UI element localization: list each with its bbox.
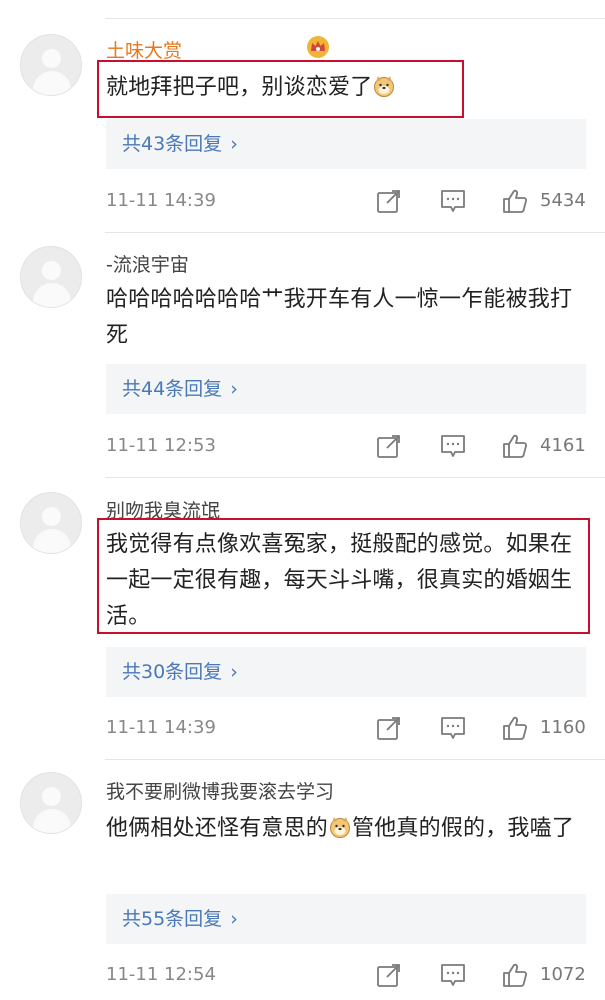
- doge-emoji-icon: [330, 816, 351, 838]
- avatar[interactable]: [20, 772, 82, 834]
- username[interactable]: 土味大赏: [106, 36, 329, 63]
- like-icon[interactable]: [502, 433, 528, 459]
- replies-link[interactable]: 共55条回复 ›: [106, 894, 586, 944]
- chevron-right-icon: ›: [230, 378, 238, 400]
- comment-text: 他俩相处还怪有意思的 管他真的假的，我嗑了: [106, 816, 575, 841]
- top-divider: [105, 18, 605, 19]
- doge-emoji-icon: [374, 75, 395, 97]
- username[interactable]: -流浪宇宙: [106, 250, 189, 277]
- comment-meta: 11-11 12:53 4161: [106, 433, 605, 463]
- comment-text: 就地拜把子吧，别谈恋爱了: [106, 70, 586, 106]
- comment-icon[interactable]: [440, 188, 466, 214]
- replies-link[interactable]: 共43条回复 ›: [106, 119, 586, 169]
- divider: [105, 759, 605, 760]
- comment-meta: 11-11 14:39 5434: [106, 188, 605, 218]
- like-icon[interactable]: [502, 962, 528, 988]
- comment-meta: 11-11 14:39 1160: [106, 715, 605, 745]
- chevron-right-icon: ›: [230, 133, 238, 155]
- username[interactable]: 我不要刷微博我要滚去学习: [106, 777, 334, 804]
- timestamp: 11-11 14:39: [106, 717, 216, 738]
- share-icon[interactable]: [376, 188, 402, 214]
- like-icon[interactable]: [502, 715, 528, 741]
- like-count: 1072: [540, 964, 586, 985]
- share-icon[interactable]: [376, 962, 402, 988]
- like-count: 4161: [540, 435, 586, 456]
- share-icon[interactable]: [376, 433, 402, 459]
- chevron-right-icon: ›: [230, 661, 238, 683]
- like-icon[interactable]: [502, 188, 528, 214]
- avatar[interactable]: [20, 34, 82, 96]
- comment-icon[interactable]: [440, 962, 466, 988]
- avatar[interactable]: [20, 246, 82, 308]
- vip-crown-icon: [307, 36, 329, 58]
- comment-meta: 11-11 12:54 1072: [106, 962, 605, 992]
- replies-link[interactable]: 共30条回复 ›: [106, 647, 586, 697]
- timestamp: 11-11 14:39: [106, 190, 216, 211]
- timestamp: 11-11 12:53: [106, 435, 216, 456]
- timestamp: 11-11 12:54: [106, 964, 216, 985]
- comment-icon[interactable]: [440, 715, 466, 741]
- divider: [105, 232, 605, 233]
- like-count: 5434: [540, 190, 586, 211]
- avatar[interactable]: [20, 492, 82, 554]
- divider: [105, 477, 605, 478]
- replies-link[interactable]: 共44条回复 ›: [106, 364, 586, 414]
- share-icon[interactable]: [376, 715, 402, 741]
- comment-text: 我觉得有点像欢喜冤家，挺般配的感觉。如果在一起一定很有趣，每天斗斗嘴，很真实的婚…: [106, 532, 573, 629]
- comment-icon[interactable]: [440, 433, 466, 459]
- like-count: 1160: [540, 717, 586, 738]
- chevron-right-icon: ›: [230, 908, 238, 930]
- comment-text: 哈哈哈哈哈哈哈艹我开车有人一惊一乍能被我打死: [106, 287, 573, 348]
